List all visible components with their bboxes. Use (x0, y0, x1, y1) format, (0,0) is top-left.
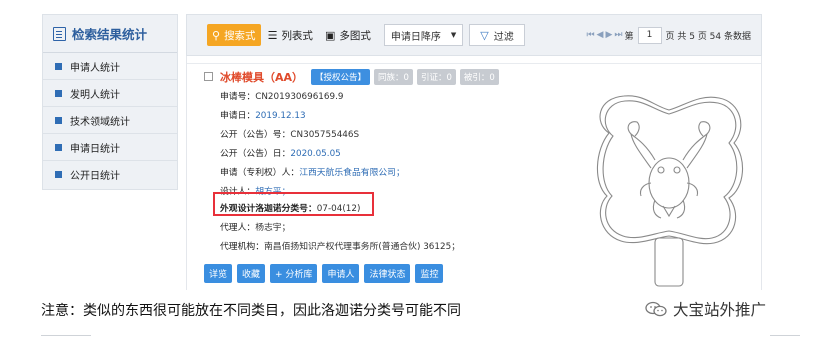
list-view-icon: ☰ (267, 28, 278, 42)
filter-icon: ▽ (480, 28, 489, 42)
application-date-row: 申请日：2019.12.13 (220, 111, 306, 121)
sidebar-item-label: 申请日统计 (70, 143, 120, 155)
pagination: ⏮ ◀ ▶ ⏭ 第 1 页 共 5 页 54 条数据 (586, 15, 751, 55)
statistics-sidebar: 检索结果统计 申请人统计 发明人统计 技术领域统计 申请日统计 公开日统计 (42, 14, 178, 190)
image-view-icon: ▣ (324, 28, 336, 42)
result-title[interactable]: 冰棒模具（AA） (220, 69, 303, 85)
sidebar-item-label: 技术领域统计 (70, 116, 130, 128)
square-bullet-icon (55, 116, 62, 124)
view-image-button[interactable]: ▣ 多图式 (320, 24, 376, 46)
watermark-text: 大宝站外推广 (673, 301, 767, 319)
application-number-row: 申请号：CN201930696169.9 (220, 92, 344, 102)
last-page-icon[interactable]: ⏭ (614, 30, 622, 40)
square-bullet-icon (55, 62, 62, 70)
page-number-input[interactable]: 1 (637, 26, 662, 44)
square-bullet-icon (55, 143, 62, 151)
application-date-link[interactable]: 2019.12.13 (255, 111, 305, 121)
select-checkbox[interactable] (204, 72, 213, 81)
square-bullet-icon (55, 89, 62, 97)
chevron-down-icon: ▼ (450, 31, 457, 39)
publication-number-row: 公开（公告）号：CN305755446S (220, 130, 360, 140)
applicant-button[interactable]: 申请人 (322, 264, 360, 283)
search-view-icon: ⚲ (212, 28, 221, 42)
same-family-badge[interactable]: 同族：0 (374, 69, 413, 85)
application-number: CN201930696169.9 (255, 92, 344, 102)
add-to-analysis-button[interactable]: + 分析库 (270, 264, 318, 283)
agent-row: 代理人：杨志宇； (220, 223, 291, 233)
status-badge: 【授权公告】 (311, 69, 371, 85)
result-card: 冰棒模具（AA） 【授权公告】 同族：0 引证：0 被引：0 申请号：CN201… (186, 56, 762, 290)
wechat-icon (645, 301, 667, 317)
list-icon (53, 26, 66, 41)
sidebar-title: 检索结果统计 (72, 27, 148, 42)
divider (187, 63, 761, 64)
watermark: 大宝站外推广 (645, 298, 766, 320)
publication-date-row: 公开（公告）日：2020.05.05 (220, 149, 341, 159)
next-page-icon[interactable]: ▶ (605, 30, 612, 40)
agent: 杨志宇； (255, 223, 291, 233)
results-toolbar: ⚲ 搜索式 ☰ 列表式 ▣ 多图式 申请日降序 ▼ ▽ 过滤 ⏮ ◀ ▶ ⏭ 第… (186, 14, 762, 56)
favorite-button[interactable]: 收藏 (237, 264, 266, 283)
page-summary: 页 共 5 页 54 条数据 (665, 31, 751, 42)
sidebar-item-label: 公开日统计 (70, 171, 120, 182)
applicant-link[interactable]: 江西天航乐食品有限公司； (299, 168, 405, 178)
monitor-button[interactable]: 监控 (415, 264, 444, 283)
prev-page-icon[interactable]: ◀ (597, 30, 604, 40)
sidebar-item-label: 申请人统计 (70, 62, 120, 74)
sidebar-item-inventor-stats[interactable]: 发明人统计 (43, 80, 177, 107)
note-text: 注意：类似的东西很可能放在不同类目，因此洛迦诺分类号可能不同 (41, 303, 461, 319)
cited-badge[interactable]: 引证：0 (416, 69, 456, 85)
page-prefix: 第 (624, 31, 634, 42)
design-drawing-image[interactable] (589, 88, 749, 288)
agency-row: 代理机构：南昌佰扬知识产权代理事务所(普通合伙) 36125； (220, 242, 460, 252)
publication-number: CN305755446S (290, 130, 360, 140)
cited-by-badge[interactable]: 被引：0 (459, 69, 499, 85)
legal-status-button[interactable]: 法律状态 (364, 264, 411, 283)
sidebar-item-applicant-stats[interactable]: 申请人统计 (43, 53, 177, 80)
view-list-button[interactable]: ☰ 列表式 (263, 24, 318, 46)
square-bullet-icon (55, 171, 62, 178)
sidebar-item-label: 发明人统计 (70, 89, 120, 101)
result-actions: 详览 收藏 + 分析库 申请人 法律状态 监控 (204, 264, 448, 283)
divider (41, 335, 91, 336)
highlight-box (213, 192, 374, 216)
publication-date-link[interactable]: 2020.05.05 (290, 149, 340, 159)
sort-select[interactable]: 申请日降序 ▼ (383, 24, 464, 46)
filter-button[interactable]: ▽ 过滤 (469, 24, 525, 46)
sidebar-item-tech-field-stats[interactable]: 技术领域统计 (43, 107, 177, 134)
first-page-icon[interactable]: ⏮ (586, 30, 594, 40)
sidebar-item-publication-date-stats[interactable]: 公开日统计 (43, 161, 177, 188)
detail-button[interactable]: 详览 (204, 264, 233, 283)
sidebar-header: 检索结果统计 (43, 15, 177, 53)
divider (770, 335, 800, 336)
sidebar-item-application-date-stats[interactable]: 申请日统计 (43, 134, 177, 161)
result-title-row: 冰棒模具（AA） 【授权公告】 同族：0 引证：0 被引：0 (220, 69, 503, 85)
applicant-row: 申请（专利权）人：江西天航乐食品有限公司； (220, 168, 405, 178)
agency: 南昌佰扬知识产权代理事务所(普通合伙) 36125； (264, 242, 460, 252)
view-search-button[interactable]: ⚲ 搜索式 (207, 24, 261, 46)
